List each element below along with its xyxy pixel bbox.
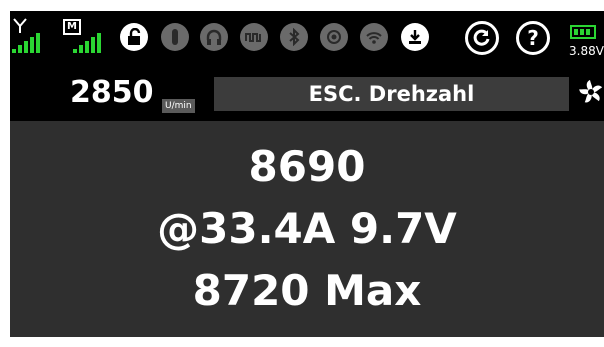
unlock-icon[interactable] <box>120 23 148 51</box>
bluetooth-icon[interactable] <box>280 23 308 51</box>
headphones-icon[interactable] <box>200 23 228 51</box>
sensor-title[interactable]: ESC. Drehzahl <box>214 77 569 111</box>
fan-icon <box>576 77 604 107</box>
pulse-wave-icon[interactable] <box>240 23 268 51</box>
current-voltage-value: @33.4A 9.7V <box>157 204 457 253</box>
wifi-icon[interactable] <box>360 23 388 51</box>
download-icon[interactable] <box>401 23 429 51</box>
telemetry-screen: M ? 3.88V 2850 U/min ESC. Drehzahl 8690 … <box>10 11 604 337</box>
target-icon[interactable] <box>320 23 348 51</box>
refresh-icon[interactable] <box>465 21 499 55</box>
telemetry-detail-panel: 8690 @33.4A 9.7V 8720 Max <box>10 121 604 337</box>
model-receiver-icon: M <box>63 19 81 35</box>
max-rpm-value: 8720 Max <box>192 266 422 315</box>
sensor-title-label: ESC. Drehzahl <box>308 82 475 106</box>
unit-badge: U/min <box>162 99 195 113</box>
rpm-value: 8690 <box>248 142 366 191</box>
help-label: ? <box>527 26 539 50</box>
rx-label: M <box>67 21 77 32</box>
status-bar: M ? 3.88V <box>10 11 604 63</box>
stick-icon[interactable] <box>161 23 189 51</box>
battery-icon <box>570 25 596 39</box>
telemetry-header: 2850 U/min ESC. Drehzahl <box>10 63 604 119</box>
antenna-icon <box>12 17 28 36</box>
current-value: 2850 <box>70 75 154 110</box>
help-button[interactable]: ? <box>516 21 550 55</box>
battery-voltage: 3.88V <box>569 44 604 58</box>
